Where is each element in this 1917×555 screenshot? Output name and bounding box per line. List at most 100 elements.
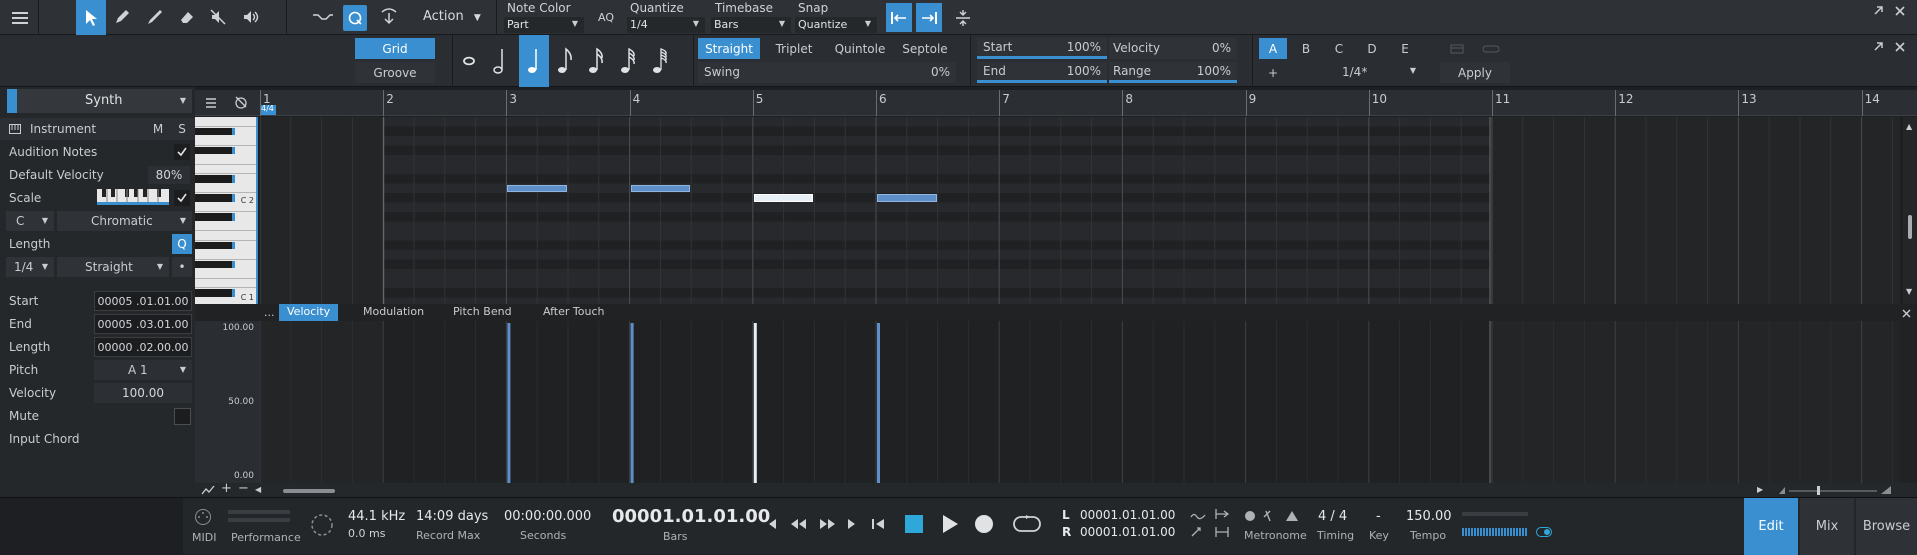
preroll-icon[interactable] — [1214, 508, 1230, 523]
piano-white-key[interactable] — [195, 279, 256, 288]
piano-white-key[interactable] — [195, 155, 256, 165]
aq-button[interactable]: AQ — [598, 11, 614, 24]
menu-icon[interactable] — [6, 5, 34, 31]
store-preset-icon[interactable] — [1446, 40, 1468, 58]
add-lane-icon[interactable]: + — [221, 481, 232, 496]
loop-end-icon[interactable] — [844, 516, 860, 532]
piano-white-key[interactable] — [195, 165, 256, 174]
piano-black-key[interactable] — [195, 241, 235, 249]
septole-button[interactable]: Septole — [894, 38, 956, 59]
timebase-select[interactable]: Bars ▼ — [711, 17, 791, 33]
piano-white-key[interactable] — [195, 184, 256, 193]
precount-icon[interactable] — [1190, 510, 1206, 524]
close-icon[interactable] — [1892, 39, 1908, 55]
end-field[interactable]: 00005 .03.01.00 — [94, 314, 192, 334]
grid-scrollbar[interactable]: ▲ ▼ — [1903, 117, 1917, 305]
chevron-down-icon[interactable]: ▼ — [1906, 287, 1912, 296]
piano-white-key[interactable] — [195, 117, 256, 127]
listen-tool-icon[interactable] — [237, 3, 265, 31]
start-slider[interactable]: Start 100% — [977, 38, 1107, 59]
pencil-tool-icon[interactable] — [108, 3, 136, 31]
left-locator-value[interactable]: 00001.01.01.00 — [1080, 508, 1175, 522]
tempo-value[interactable]: 150.00 — [1406, 509, 1452, 524]
audition-notes-checkbox[interactable] — [174, 144, 190, 160]
right-locator-value[interactable]: 00001.01.01.00 — [1080, 525, 1175, 539]
snap-right-icon[interactable] — [916, 3, 942, 32]
time-signature-marker[interactable]: 4/4 — [260, 104, 276, 115]
lane-tab-modulation[interactable]: Modulation — [355, 304, 432, 321]
note-length-field[interactable]: 00000 .02.00.00 — [94, 337, 192, 357]
straight-button[interactable]: Straight — [698, 38, 760, 59]
note-color-select[interactable]: Part ▼ — [504, 17, 584, 33]
velocity-lane[interactable] — [259, 321, 1900, 483]
default-velocity-field[interactable]: 80% — [148, 166, 190, 184]
sixty-fourth-note-icon[interactable] — [646, 38, 674, 84]
quintole-button[interactable]: Quintole — [828, 38, 892, 59]
piano-white-key[interactable] — [195, 250, 256, 260]
piano-white-key[interactable] — [195, 222, 256, 231]
start-field[interactable]: 00005 .01.01.00 — [94, 291, 192, 311]
arrow-tool-icon[interactable] — [76, 0, 106, 35]
paint-tool-icon[interactable] — [141, 3, 169, 31]
midi-note[interactable] — [630, 184, 691, 192]
piano-black-key[interactable] — [195, 260, 235, 268]
end-slider[interactable]: End 100% — [977, 62, 1107, 83]
whole-note-icon[interactable] — [455, 38, 483, 84]
action-menu[interactable]: Action ▼ — [423, 9, 481, 24]
lane-tab-velocity[interactable]: Velocity — [279, 304, 339, 321]
apply-button[interactable]: Apply — [1440, 62, 1510, 83]
bars-value[interactable]: 00001.01.01.00 — [612, 506, 770, 527]
groove-button[interactable]: Groove — [355, 62, 435, 83]
snap-left-icon[interactable] — [886, 3, 912, 32]
preset-slot-d[interactable]: D — [1358, 38, 1386, 59]
metronome-toggle-icon[interactable] — [1244, 509, 1300, 526]
timeline-ruler[interactable]: 4/4 1 2 3 4 5 6 7 8 9 10 11 12 13 14 — [260, 90, 1917, 116]
quantize-q-icon[interactable] — [343, 5, 367, 31]
piano-white-key[interactable] — [195, 136, 256, 146]
length-value-select[interactable]: 1/4 ▼ — [6, 257, 54, 277]
punch-range-icon[interactable] — [1214, 526, 1230, 541]
preset-slot-c[interactable]: C — [1325, 38, 1353, 59]
record-button[interactable] — [972, 512, 996, 536]
lane-tab-pitch-bend[interactable]: Pitch Bend — [445, 304, 520, 321]
remove-lane-icon[interactable]: − — [238, 481, 249, 496]
swing-slider[interactable]: Swing 0% — [698, 62, 956, 83]
solo-button[interactable]: S — [174, 119, 190, 139]
note-editor-grid[interactable] — [259, 117, 1900, 307]
link-preset-icon[interactable] — [1478, 40, 1504, 58]
sixteenth-note-icon[interactable] — [582, 38, 610, 84]
edit-view-button[interactable]: Edit — [1744, 498, 1798, 555]
velocity-slider[interactable]: Velocity 0% — [1109, 38, 1237, 59]
midi-note[interactable] — [877, 194, 937, 202]
auto-scroll-icon[interactable] — [374, 3, 404, 31]
eighth-note-icon[interactable] — [551, 38, 579, 84]
half-note-icon[interactable] — [486, 38, 514, 84]
preset-slot-a[interactable]: A — [1259, 38, 1287, 59]
preset-slot-b[interactable]: B — [1292, 38, 1320, 59]
velocity-field[interactable]: 100.00 — [94, 383, 192, 403]
scale-root-select[interactable]: C ▼ — [6, 211, 54, 231]
mute-tool-icon[interactable] — [204, 3, 232, 31]
scale-keyboard-icon[interactable] — [97, 189, 169, 205]
scrollbar-thumb[interactable] — [1908, 215, 1912, 239]
thirty-second-note-icon[interactable] — [614, 38, 642, 84]
piano-white-key[interactable] — [195, 231, 256, 241]
browse-view-button[interactable]: Browse — [1856, 498, 1917, 555]
maximize-icon[interactable] — [1870, 3, 1886, 19]
grid-button[interactable]: Grid — [355, 38, 435, 59]
quarter-note-icon[interactable] — [519, 35, 549, 87]
output-toggle-icon[interactable] — [1536, 526, 1552, 540]
lane-menu-button[interactable]: ... — [264, 306, 275, 319]
piano-black-key[interactable] — [195, 289, 235, 297]
zoom-slider[interactable] — [1777, 485, 1897, 496]
scale-type-select[interactable]: Chromatic ▼ — [57, 211, 192, 231]
track-name-select[interactable]: Synth ▼ — [17, 89, 192, 113]
stop-button[interactable] — [902, 512, 926, 536]
eraser-tool-icon[interactable] — [173, 3, 201, 31]
piano-black-key[interactable] — [195, 213, 235, 221]
master-volume-meter[interactable] — [1462, 528, 1528, 536]
piano-black-key[interactable] — [195, 146, 235, 154]
piano-black-key[interactable] — [195, 194, 235, 202]
close-icon[interactable] — [1892, 3, 1908, 19]
fast-forward-icon[interactable] — [816, 516, 840, 532]
